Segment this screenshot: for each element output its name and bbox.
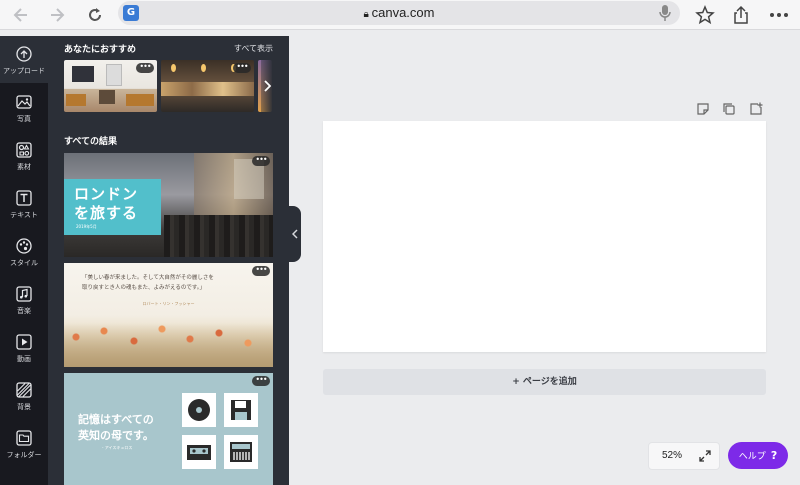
more-options-icon[interactable]: •••	[136, 63, 154, 73]
recommended-heading: あなたにおすすめ	[64, 45, 137, 55]
microphone-icon[interactable]	[658, 4, 672, 22]
add-page-icon[interactable]	[749, 102, 763, 116]
forward-icon[interactable]	[46, 3, 70, 27]
results-heading: すべての結果	[64, 137, 118, 147]
reload-icon[interactable]	[83, 3, 107, 27]
duplicate-page-icon[interactable]	[722, 102, 736, 116]
template-small-text: 2019年5月	[76, 224, 97, 229]
template-line-2: 英知の母です。	[78, 429, 154, 442]
url-text: canva.com	[371, 5, 435, 20]
video-icon	[16, 334, 32, 350]
nav-label: 背景	[17, 403, 31, 411]
browser-toolbar: G 🔒︎ canva.com	[0, 0, 800, 30]
lock-icon: 🔒︎	[363, 9, 372, 20]
nav-label: スタイル	[10, 259, 38, 267]
more-menu-icon[interactable]	[767, 3, 791, 27]
folder-icon	[16, 430, 32, 446]
nav-video[interactable]: 動画	[0, 326, 48, 372]
nav-photos[interactable]: 写真	[0, 86, 48, 132]
nav-background[interactable]: 背景	[0, 374, 48, 420]
photo-icon	[16, 95, 32, 109]
upload-icon	[16, 46, 32, 62]
add-note-icon[interactable]	[696, 102, 710, 116]
template-small-text: - アイスキュロス	[102, 445, 133, 450]
nav-label: テキスト	[10, 211, 38, 219]
design-page[interactable]	[323, 121, 766, 352]
chevron-left-icon	[292, 229, 298, 239]
nav-label: 素材	[17, 163, 31, 171]
floppy-disk-icon	[224, 393, 258, 427]
nav-music[interactable]: 音楽	[0, 278, 48, 324]
bookmark-star-icon[interactable]	[693, 3, 717, 27]
vinyl-record-icon	[182, 393, 216, 427]
side-nav: アップロード 写真 素材 テキスト スタイル 音楽 動画 背景 フォルダー	[0, 36, 48, 485]
background-icon	[16, 382, 32, 398]
object-panel: あなたにおすすめ すべて表示 ••• ••• すべての結果 ロンドン を旅する …	[48, 36, 289, 485]
more-options-icon[interactable]: •••	[252, 376, 270, 386]
collapse-panel-button[interactable]	[289, 206, 301, 262]
recommended-thumb-cafe[interactable]: •••	[161, 60, 254, 112]
nav-upload[interactable]: アップロード	[0, 38, 48, 84]
elements-icon	[16, 142, 32, 158]
music-icon	[16, 286, 32, 302]
more-options-icon[interactable]: •••	[252, 156, 270, 166]
cassette-tape-icon	[182, 435, 216, 469]
help-question-icon: ?	[770, 449, 778, 462]
nav-label: 動画	[17, 355, 31, 363]
nav-folders[interactable]: フォルダー	[0, 422, 48, 468]
more-options-icon[interactable]: •••	[252, 266, 270, 276]
zoom-control[interactable]: 52%	[648, 442, 720, 470]
text-icon	[16, 190, 32, 206]
template-card-london[interactable]: ロンドン を旅する 2019年5月 •••	[64, 153, 273, 257]
synthesizer-icon	[224, 435, 258, 469]
add-page-button[interactable]: + ページを追加	[323, 369, 766, 395]
recommended-thumb-interior[interactable]: •••	[64, 60, 157, 112]
title-box: ロンドン を旅する 2019年5月	[64, 179, 161, 235]
template-card-quote[interactable]: 記憶はすべての 英知の母です。 - アイスキュロス •••	[64, 373, 273, 485]
share-icon[interactable]	[729, 3, 753, 27]
style-icon	[16, 238, 32, 254]
template-line-1: 「美しい春が来ました。そして大自然がその麗しさを	[82, 275, 214, 281]
template-line-1: ロンドン	[74, 185, 139, 203]
back-icon[interactable]	[8, 3, 32, 27]
flower-field	[64, 323, 273, 367]
help-label: ヘルプ	[738, 452, 766, 462]
template-line-2: 取り戻すとき人の魂もまた、よみがえるのです。」	[82, 285, 206, 291]
nav-label: アップロード	[3, 67, 45, 75]
nav-label: フォルダー	[6, 451, 42, 459]
help-button[interactable]: ヘルプ ?	[728, 442, 788, 469]
template-small-text: ロバート・リン・フッシャー	[142, 301, 195, 306]
template-card-spring[interactable]: 「美しい春が来ました。そして大自然がその麗しさを 取り戻すとき人の魂もまた、よみ…	[64, 263, 273, 367]
template-line-1: 記憶はすべての	[78, 413, 154, 426]
more-options-icon[interactable]: •••	[233, 63, 251, 73]
nav-label: 写真	[17, 115, 31, 123]
nav-styles[interactable]: スタイル	[0, 230, 48, 276]
fullscreen-icon[interactable]	[699, 450, 711, 462]
nav-elements[interactable]: 素材	[0, 134, 48, 180]
template-line-2: を旅する	[74, 204, 139, 222]
chevron-right-icon	[264, 80, 271, 92]
nav-text[interactable]: テキスト	[0, 182, 48, 228]
see-all-link[interactable]: すべて表示	[234, 43, 273, 54]
address-bar[interactable]: G 🔒︎ canva.com	[118, 1, 680, 25]
scroll-right-button[interactable]	[261, 60, 273, 112]
nav-label: 音楽	[17, 307, 31, 315]
zoom-level: 52%	[662, 450, 683, 461]
